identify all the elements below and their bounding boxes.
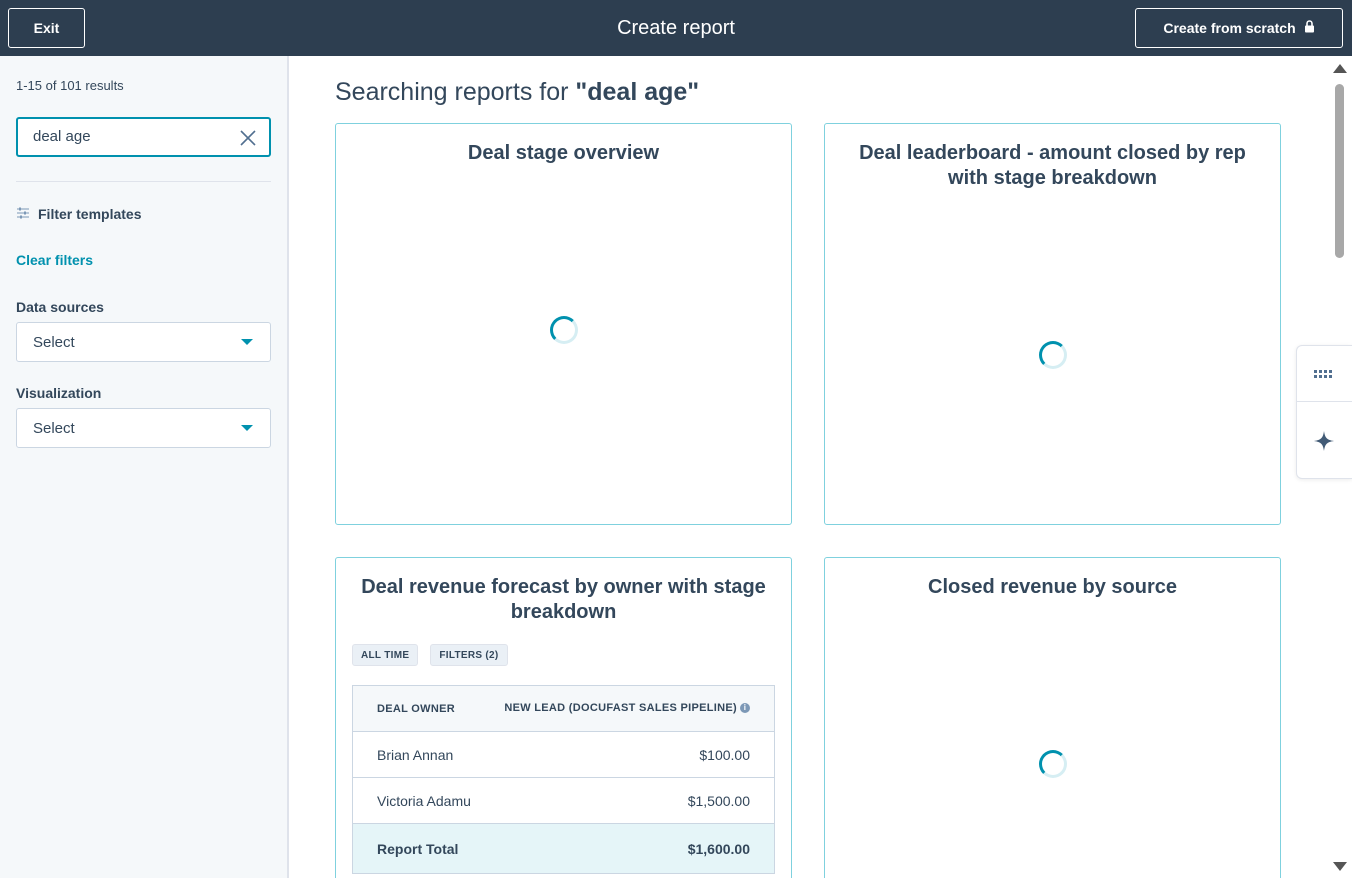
sliders-icon [16,206,30,222]
column-header-new-lead: NEW LEAD (DOCUFAST SALES PIPELINE) i [481,685,775,732]
main-content: Searching reports for "deal age" Deal st… [289,56,1352,878]
search-box [16,117,271,157]
loading-spinner-icon [550,316,578,344]
card-chips: ALL TIME FILTERS (2) [352,644,508,666]
cell-deal-owner: Brian Annan [352,731,482,778]
chip-filters[interactable]: FILTERS (2) [430,644,508,666]
card-title: Closed revenue by source [928,576,1177,598]
table-total-row: Report Total $1,600.00 [352,823,775,874]
card-title: Deal revenue forecast by owner with stag… [361,576,766,623]
scroll-down-arrow-icon[interactable] [1333,862,1347,871]
clear-filters-link[interactable]: Clear filters [16,252,93,268]
info-icon[interactable]: i [740,703,750,714]
chip-all-time[interactable]: ALL TIME [352,644,419,666]
create-from-scratch-button[interactable]: Create from scratch [1135,8,1343,48]
loading-spinner-icon [1039,750,1067,778]
create-from-scratch-label: Create from scratch [1163,20,1296,36]
data-sources-label: Data sources [16,299,104,315]
scroll-up-arrow-icon[interactable] [1333,64,1347,73]
search-heading-query: "deal age" [575,78,700,106]
visualization-value: Select [33,420,75,437]
table-row: Victoria Adamu $1,500.00 [352,777,775,824]
cell-deal-owner: Victoria Adamu [352,777,482,824]
cell-total-label: Report Total [352,823,482,874]
cell-amount: $1,500.00 [481,777,775,824]
sidebar: 1-15 of 101 results Filter templates Cle… [0,56,289,878]
caret-down-icon [241,425,253,431]
search-input[interactable] [33,128,223,145]
search-heading-prefix: Searching reports for [335,78,576,106]
report-card-deal-revenue-forecast[interactable]: Deal revenue forecast by owner with stag… [335,557,792,878]
data-sources-select[interactable]: Select [16,322,271,362]
search-heading: Searching reports for "deal age" [335,78,699,107]
loading-spinner-icon [1039,341,1067,369]
results-count: 1-15 of 101 results [16,78,124,93]
filter-templates-label: Filter templates [38,206,142,222]
card-title: Deal stage overview [467,142,660,164]
filter-templates-heading: Filter templates [16,206,141,222]
column-header-new-lead-label: NEW LEAD (DOCUFAST SALES PIPELINE) [504,702,737,714]
main-scrollbar[interactable] [1328,56,1352,878]
visualization-label: Visualization [16,385,102,401]
table-row: Brian Annan $100.00 [352,731,775,778]
report-card-closed-revenue-by-source[interactable]: Closed revenue by source [824,557,1281,878]
report-table: DEAL OWNER NEW LEAD (DOCUFAST SALES PIPE… [352,685,775,874]
column-header-deal-owner: DEAL OWNER [352,685,482,732]
table-header-row: DEAL OWNER NEW LEAD (DOCUFAST SALES PIPE… [352,685,775,732]
lock-icon [1304,20,1315,36]
cell-total-amount: $1,600.00 [481,823,775,874]
caret-down-icon [241,339,253,345]
data-sources-value: Select [33,334,75,351]
card-title: Deal leaderboard - amount closed by rep … [859,142,1246,189]
close-icon[interactable] [239,129,257,147]
report-card-deal-stage-overview[interactable]: Deal stage overview [335,123,792,525]
report-card-deal-leaderboard[interactable]: Deal leaderboard - amount closed by rep … [824,123,1281,525]
sidebar-divider [16,181,271,182]
cell-amount: $100.00 [481,731,775,778]
top-bar: Exit Create report Create from scratch [0,0,1352,56]
scrollbar-thumb[interactable] [1335,84,1344,258]
visualization-select[interactable]: Select [16,408,271,448]
